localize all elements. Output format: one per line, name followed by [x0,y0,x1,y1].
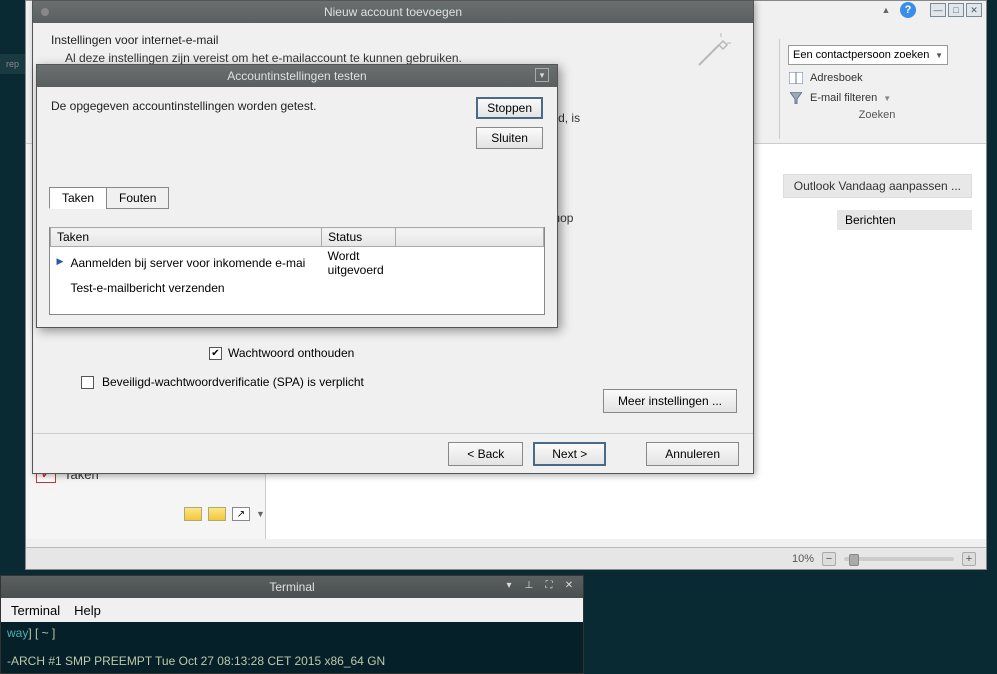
task-row: Test-e-mailbericht verzenden [51,279,544,297]
test-dialog-title: Accountinstellingen testen [227,69,366,83]
dialog-footer: < Back Next > Annuleren [33,433,753,473]
menu-terminal[interactable]: Terminal [11,603,60,618]
contact-search-label: Een contactpersoon zoeken [793,49,929,61]
terminal-menubar: Terminal Help [1,598,583,622]
titlebar-dot-icon [41,8,49,16]
dialog-subheading: Al deze instellingen zijn vereist om het… [65,51,735,65]
cancel-button[interactable]: Annuleren [646,442,739,466]
terminal-output[interactable]: way] [ ~ ] -ARCH #1 SMP PREEMPT Tue Oct … [1,622,583,673]
contact-search-input[interactable]: Een contactpersoon zoeken ▼ [788,45,948,65]
tab-errors[interactable]: Fouten [106,187,169,209]
terminal-titlebar[interactable]: Terminal ▾ ⊥ ⛶ ✕ [1,576,583,598]
status-bar: 10% − + [26,547,986,569]
dialog-titlebar[interactable]: Nieuw account toevoegen [33,1,753,23]
remember-password-label: Wachtwoord onthouden [228,346,354,360]
spa-checkbox[interactable] [81,376,94,389]
maximize-button[interactable]: □ [948,3,964,17]
spa-row: Beveiligd-wachtwoordverificatie (SPA) is… [81,375,364,389]
task-row: Aanmelden bij server voor inkomende e-ma… [51,247,544,280]
test-status-message: De opgegeven accountinstellingen worden … [51,99,543,113]
zoom-out-button[interactable]: − [822,552,836,566]
taskbar-item[interactable]: rep [0,54,25,74]
close-button[interactable]: Sluiten [476,127,543,149]
ribbon-group-label: Zoeken [788,109,966,121]
test-dialog-titlebar[interactable]: Accountinstellingen testen ▾ [37,65,557,87]
more-settings-button[interactable]: Meer instellingen ... [603,389,737,413]
col-spacer [396,228,544,247]
dialog-heading: Instellingen voor internet-e-mail [51,33,735,47]
tab-tasks[interactable]: Taken [49,187,107,209]
minimize-button[interactable]: ⊥ [521,578,537,592]
stop-button[interactable]: Stoppen [476,97,543,119]
tab-bar: Taken Fouten [49,187,168,209]
terminal-title: Terminal [269,580,314,594]
shortcut-icon[interactable]: ↗ [232,507,250,521]
menu-help[interactable]: Help [74,603,101,618]
addressbook-icon [788,71,804,85]
rollup-button[interactable]: ▾ [535,68,549,82]
minimize-button[interactable]: — [930,3,946,17]
col-status[interactable]: Status [322,228,396,247]
zoom-value: 10% [792,553,814,565]
col-tasks[interactable]: Taken [51,228,322,247]
zoom-slider[interactable] [844,557,954,561]
help-icon[interactable]: ? [900,2,916,18]
remember-password-checkbox[interactable]: ✔ [209,347,222,360]
task-table: Taken Status Aanmelden bij server voor i… [49,227,545,315]
chevron-up-icon[interactable]: ▲ [880,4,892,16]
maximize-button[interactable]: ⛶ [541,578,557,592]
email-filter-button[interactable]: E-mail filteren ▼ [788,91,966,105]
dialog-header: Instellingen voor internet-e-mail Al dez… [33,23,753,65]
zoom-in-button[interactable]: + [962,552,976,566]
close-button[interactable]: ✕ [966,3,982,17]
rollup-button[interactable]: ▾ [501,578,517,592]
cursor-arrow-icon [693,31,733,71]
berichten-heading: Berichten [837,210,972,230]
terminal-window: Terminal ▾ ⊥ ⛶ ✕ Terminal Help way] [ ~ … [0,575,584,674]
addressbook-button[interactable]: Adresboek [788,71,966,85]
next-button[interactable]: Next > [533,442,606,466]
test-account-dialog: Accountinstellingen testen ▾ De opgegeve… [36,64,558,328]
dialog-title: Nieuw account toevoegen [324,5,462,19]
back-button[interactable]: < Back [448,442,523,466]
spa-label: Beveiligd-wachtwoordverificatie (SPA) is… [102,375,364,389]
caret-down-icon: ▼ [883,94,891,103]
customize-today-button[interactable]: Outlook Vandaag aanpassen ... [783,174,972,198]
funnel-icon [788,91,804,105]
remember-password-row: ✔ Wachtwoord onthouden [209,346,354,360]
folder-icon[interactable] [208,507,226,521]
caret-down-icon[interactable]: ▼ [256,509,265,519]
caret-down-icon: ▼ [935,51,943,60]
folder-icon[interactable] [184,507,202,521]
ribbon-search-group: Een contactpersoon zoeken ▼ Adresboek E-… [779,39,974,139]
folder-icons: ↗ ▼ [184,507,265,521]
close-button[interactable]: ✕ [561,578,577,592]
